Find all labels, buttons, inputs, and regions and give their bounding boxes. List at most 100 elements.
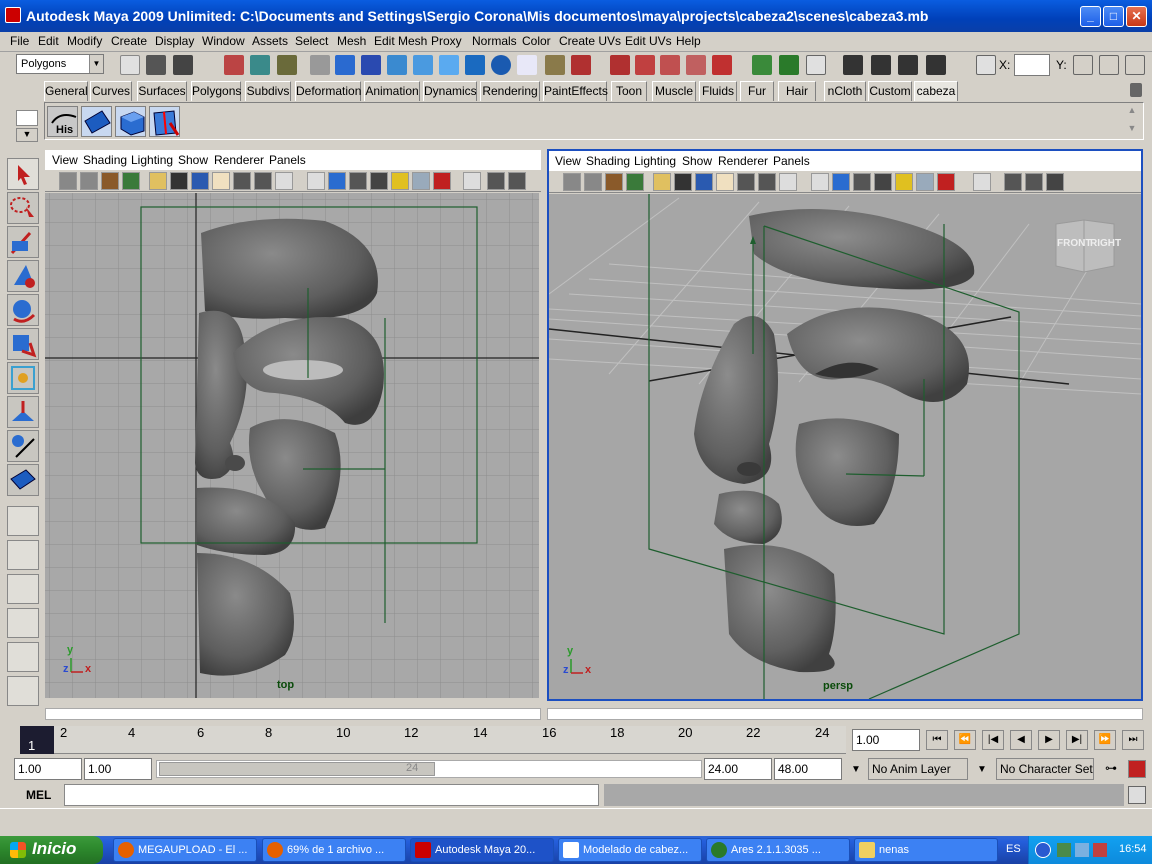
select-tool-icon[interactable] [7,158,39,190]
persp-viewport[interactable]: FRONT RIGHT y z x persp [549,194,1141,699]
taskbar-item[interactable]: MEGAUPLOAD - El ... [113,838,257,862]
playback-end-field[interactable]: 24.00 [704,758,772,780]
snap-grid-icon[interactable] [610,55,630,75]
shelf-tab-muscle[interactable]: Muscle [652,81,696,101]
shelf-tab-general[interactable]: General [44,81,88,101]
left-panel-menu-panels[interactable]: Panels [269,153,306,167]
save-scene-icon[interactable] [173,55,193,75]
construction-history-icon[interactable] [779,55,799,75]
snap-curve-icon[interactable] [635,55,655,75]
right-panel-menu-panels[interactable]: Panels [773,154,810,168]
right-panel-menu-view[interactable]: View [555,154,581,168]
camera-attributes-icon[interactable] [80,172,98,190]
top-viewport[interactable]: y z x top [45,193,539,698]
image-plane-icon[interactable] [122,172,140,190]
render-view-icon[interactable] [806,55,826,75]
shelf-tab-surfaces[interactable]: Surfaces [137,81,187,101]
left-panel-scrollbar[interactable] [45,708,541,720]
ipr-render-icon[interactable] [871,55,891,75]
rotate-tool-icon[interactable] [7,294,39,326]
current-time-field[interactable]: 1.00 [852,729,920,751]
lasso-tool-icon[interactable] [7,192,39,224]
play-backwards-icon[interactable]: ◀ [1010,730,1032,750]
shelf-tab-ncloth[interactable]: nCloth [824,81,866,101]
right-panel-menu-shading[interactable]: Shading [586,154,630,168]
layout-perspective-outliner-icon[interactable] [7,574,39,604]
use-all-lights-icon[interactable] [391,172,409,190]
start-time-field[interactable]: 1.00 [14,758,82,780]
select-joints-icon[interactable] [361,55,381,75]
snap-view-plane-icon[interactable] [686,55,706,75]
paint-select-tool-icon[interactable] [7,226,39,258]
language-indicator[interactable]: ES [1006,843,1021,855]
tool-settings-icon[interactable] [1099,55,1119,75]
select-dynamics-icon[interactable] [465,55,485,75]
volume-icon[interactable] [1075,843,1089,857]
layout-hypershade-icon[interactable] [7,642,39,672]
network-icon[interactable] [1057,843,1071,857]
character-set-dropdown[interactable]: No Character Set [996,758,1094,780]
go-to-start-icon[interactable]: ⏮ [926,730,948,750]
shelf-tab-animation[interactable]: Animation [364,81,420,101]
input-line-mode-icon[interactable] [976,55,996,75]
film-gate-icon[interactable] [674,173,692,191]
soft-modification-icon[interactable] [7,396,39,428]
right-panel-menu-renderer[interactable]: Renderer [718,154,768,168]
camera-attributes-icon[interactable] [584,173,602,191]
auto-key-icon[interactable]: ⊶ [1100,761,1122,777]
security-icon[interactable] [1093,843,1107,857]
last-tool-poly-plane-icon[interactable] [7,464,39,496]
safe-title-icon[interactable] [779,173,797,191]
menu-proxy[interactable]: Proxy [431,34,462,48]
isolate-select-icon[interactable] [973,173,991,191]
start-button[interactable]: Inicio [0,836,103,864]
left-panel-menu-shading[interactable]: Shading [83,153,127,167]
range-slider-thumb[interactable]: 24 [159,762,435,776]
shelf-scroll-down-icon[interactable]: ▼ [1125,123,1139,137]
menu-create[interactable]: Create [111,34,147,48]
image-plane-icon[interactable] [626,173,644,191]
range-slider-track[interactable]: 24 [156,760,702,778]
render-frame-icon[interactable] [843,55,863,75]
smooth-shade-icon[interactable] [328,172,346,190]
safe-action-icon[interactable] [758,173,776,191]
select-handles-icon[interactable] [335,55,355,75]
menu-modify[interactable]: Modify [67,34,102,48]
current-time-marker[interactable]: 1 [20,726,54,754]
bookmarks-icon[interactable] [605,173,623,191]
end-time-field[interactable]: 48.00 [774,758,842,780]
select-surfaces-icon[interactable] [413,55,433,75]
hud-icon[interactable] [1004,173,1022,191]
shelf-tab-fur[interactable]: Fur [740,81,774,101]
hud-icon[interactable] [487,172,505,190]
select-curves-icon[interactable] [387,55,407,75]
resolution-gate-icon[interactable] [695,173,713,191]
safe-title-icon[interactable] [275,172,293,190]
menu-help[interactable]: Help [676,34,701,48]
menu-mesh[interactable]: Mesh [337,34,366,48]
layout-four-view-icon[interactable] [7,540,39,570]
shadows-icon[interactable] [916,173,934,191]
character-set-menu-icon[interactable]: ▼ [972,760,992,780]
grid-toggle-icon[interactable] [149,172,167,190]
view-cube[interactable]: FRONT RIGHT [1054,218,1121,274]
prev-key-icon[interactable]: |◀ [982,730,1004,750]
maximize-button[interactable]: □ [1103,6,1124,27]
menu-edit-uvs[interactable]: Edit UVs [625,34,672,48]
field-chart-icon[interactable] [737,173,755,191]
attribute-editor-icon[interactable] [1073,55,1093,75]
shelf-menu-button[interactable] [16,110,38,126]
play-forwards-icon[interactable]: ▶ [1038,730,1060,750]
next-key-icon[interactable]: ▶| [1066,730,1088,750]
anim-layer-dropdown[interactable]: No Anim Layer [868,758,968,780]
trash-icon[interactable] [1130,83,1142,97]
right-panel-menu-show[interactable]: Show [682,154,712,168]
wireframe-icon[interactable] [811,173,829,191]
right-panel-menu-lighting[interactable]: Lighting [634,154,676,168]
select-misc-icon[interactable] [517,55,537,75]
safe-action-icon[interactable] [254,172,272,190]
highlight-selection-icon[interactable] [571,55,591,75]
lock-icon[interactable] [545,55,565,75]
menu-display[interactable]: Display [155,34,194,48]
bookmarks-icon[interactable] [101,172,119,190]
